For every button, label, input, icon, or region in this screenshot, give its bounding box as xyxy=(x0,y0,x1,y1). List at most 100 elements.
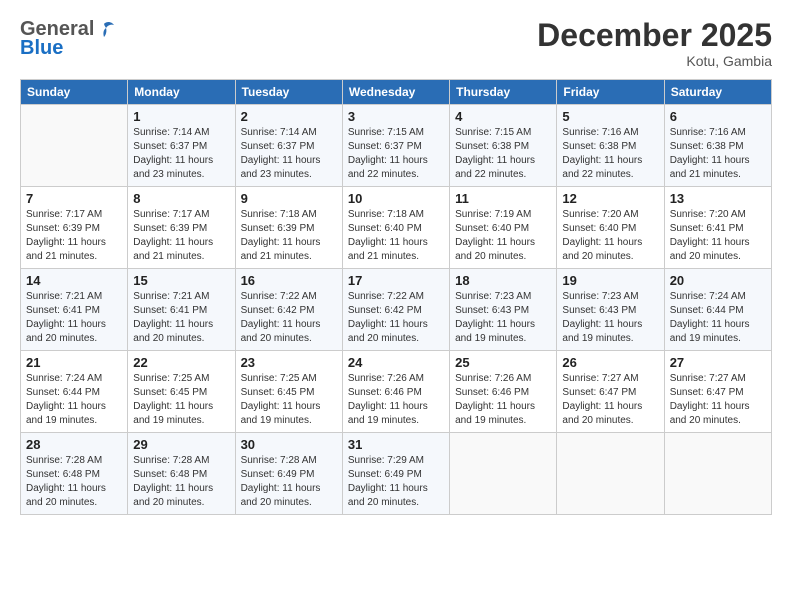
calendar-cell: 21 Sunrise: 7:24 AMSunset: 6:44 PMDaylig… xyxy=(21,351,128,433)
day-number: 25 xyxy=(455,355,551,370)
day-number: 20 xyxy=(670,273,766,288)
day-number: 16 xyxy=(241,273,337,288)
day-detail: Sunrise: 7:18 AMSunset: 6:40 PMDaylight:… xyxy=(348,209,428,262)
calendar-cell: 12 Sunrise: 7:20 AMSunset: 6:40 PMDaylig… xyxy=(557,187,664,269)
day-number: 28 xyxy=(26,437,122,452)
day-number: 1 xyxy=(133,109,229,124)
calendar-cell: 30 Sunrise: 7:28 AMSunset: 6:49 PMDaylig… xyxy=(235,433,342,515)
calendar-week-row: 7 Sunrise: 7:17 AMSunset: 6:39 PMDayligh… xyxy=(21,187,772,269)
day-detail: Sunrise: 7:23 AMSunset: 6:43 PMDaylight:… xyxy=(455,291,535,344)
day-number: 4 xyxy=(455,109,551,124)
day-detail: Sunrise: 7:20 AMSunset: 6:40 PMDaylight:… xyxy=(562,209,642,262)
day-detail: Sunrise: 7:21 AMSunset: 6:41 PMDaylight:… xyxy=(26,291,106,344)
day-number: 14 xyxy=(26,273,122,288)
col-monday: Monday xyxy=(128,80,235,105)
day-detail: Sunrise: 7:27 AMSunset: 6:47 PMDaylight:… xyxy=(562,373,642,426)
calendar-cell: 6 Sunrise: 7:16 AMSunset: 6:38 PMDayligh… xyxy=(664,105,771,187)
day-detail: Sunrise: 7:28 AMSunset: 6:48 PMDaylight:… xyxy=(133,455,213,508)
calendar-cell xyxy=(557,433,664,515)
title-block: December 2025 Kotu, Gambia xyxy=(537,18,772,69)
day-detail: Sunrise: 7:27 AMSunset: 6:47 PMDaylight:… xyxy=(670,373,750,426)
day-detail: Sunrise: 7:17 AMSunset: 6:39 PMDaylight:… xyxy=(133,209,213,262)
calendar-cell: 17 Sunrise: 7:22 AMSunset: 6:42 PMDaylig… xyxy=(342,269,449,351)
location-subtitle: Kotu, Gambia xyxy=(537,53,772,69)
calendar-cell: 22 Sunrise: 7:25 AMSunset: 6:45 PMDaylig… xyxy=(128,351,235,433)
day-number: 15 xyxy=(133,273,229,288)
day-detail: Sunrise: 7:24 AMSunset: 6:44 PMDaylight:… xyxy=(26,373,106,426)
calendar-cell: 13 Sunrise: 7:20 AMSunset: 6:41 PMDaylig… xyxy=(664,187,771,269)
col-saturday: Saturday xyxy=(664,80,771,105)
calendar-week-row: 14 Sunrise: 7:21 AMSunset: 6:41 PMDaylig… xyxy=(21,269,772,351)
day-detail: Sunrise: 7:15 AMSunset: 6:37 PMDaylight:… xyxy=(348,127,428,180)
day-detail: Sunrise: 7:29 AMSunset: 6:49 PMDaylight:… xyxy=(348,455,428,508)
calendar-cell: 31 Sunrise: 7:29 AMSunset: 6:49 PMDaylig… xyxy=(342,433,449,515)
col-wednesday: Wednesday xyxy=(342,80,449,105)
day-number: 29 xyxy=(133,437,229,452)
calendar-cell: 4 Sunrise: 7:15 AMSunset: 6:38 PMDayligh… xyxy=(450,105,557,187)
day-number: 11 xyxy=(455,191,551,206)
logo-blue: Blue xyxy=(20,37,63,60)
calendar-header-row: Sunday Monday Tuesday Wednesday Thursday… xyxy=(21,80,772,105)
day-detail: Sunrise: 7:23 AMSunset: 6:43 PMDaylight:… xyxy=(562,291,642,344)
calendar-cell: 5 Sunrise: 7:16 AMSunset: 6:38 PMDayligh… xyxy=(557,105,664,187)
day-number: 6 xyxy=(670,109,766,124)
calendar-week-row: 1 Sunrise: 7:14 AMSunset: 6:37 PMDayligh… xyxy=(21,105,772,187)
calendar-cell: 26 Sunrise: 7:27 AMSunset: 6:47 PMDaylig… xyxy=(557,351,664,433)
day-number: 17 xyxy=(348,273,444,288)
day-detail: Sunrise: 7:19 AMSunset: 6:40 PMDaylight:… xyxy=(455,209,535,262)
day-number: 10 xyxy=(348,191,444,206)
day-detail: Sunrise: 7:16 AMSunset: 6:38 PMDaylight:… xyxy=(562,127,642,180)
day-number: 13 xyxy=(670,191,766,206)
day-number: 22 xyxy=(133,355,229,370)
day-detail: Sunrise: 7:16 AMSunset: 6:38 PMDaylight:… xyxy=(670,127,750,180)
day-number: 3 xyxy=(348,109,444,124)
calendar-cell: 10 Sunrise: 7:18 AMSunset: 6:40 PMDaylig… xyxy=(342,187,449,269)
day-number: 26 xyxy=(562,355,658,370)
day-detail: Sunrise: 7:28 AMSunset: 6:48 PMDaylight:… xyxy=(26,455,106,508)
day-number: 9 xyxy=(241,191,337,206)
day-number: 7 xyxy=(26,191,122,206)
day-number: 12 xyxy=(562,191,658,206)
calendar-cell: 20 Sunrise: 7:24 AMSunset: 6:44 PMDaylig… xyxy=(664,269,771,351)
day-number: 31 xyxy=(348,437,444,452)
col-thursday: Thursday xyxy=(450,80,557,105)
day-number: 30 xyxy=(241,437,337,452)
calendar-cell xyxy=(664,433,771,515)
calendar-table: Sunday Monday Tuesday Wednesday Thursday… xyxy=(20,79,772,515)
calendar-cell: 19 Sunrise: 7:23 AMSunset: 6:43 PMDaylig… xyxy=(557,269,664,351)
calendar-cell: 9 Sunrise: 7:18 AMSunset: 6:39 PMDayligh… xyxy=(235,187,342,269)
header: General Blue December 2025 Kotu, Gambia xyxy=(20,18,772,69)
calendar-cell: 2 Sunrise: 7:14 AMSunset: 6:37 PMDayligh… xyxy=(235,105,342,187)
calendar-cell: 1 Sunrise: 7:14 AMSunset: 6:37 PMDayligh… xyxy=(128,105,235,187)
calendar-cell: 14 Sunrise: 7:21 AMSunset: 6:41 PMDaylig… xyxy=(21,269,128,351)
calendar-cell: 11 Sunrise: 7:19 AMSunset: 6:40 PMDaylig… xyxy=(450,187,557,269)
day-detail: Sunrise: 7:22 AMSunset: 6:42 PMDaylight:… xyxy=(348,291,428,344)
col-tuesday: Tuesday xyxy=(235,80,342,105)
day-detail: Sunrise: 7:28 AMSunset: 6:49 PMDaylight:… xyxy=(241,455,321,508)
calendar-week-row: 21 Sunrise: 7:24 AMSunset: 6:44 PMDaylig… xyxy=(21,351,772,433)
calendar-cell: 18 Sunrise: 7:23 AMSunset: 6:43 PMDaylig… xyxy=(450,269,557,351)
calendar-cell: 8 Sunrise: 7:17 AMSunset: 6:39 PMDayligh… xyxy=(128,187,235,269)
day-number: 27 xyxy=(670,355,766,370)
day-number: 21 xyxy=(26,355,122,370)
calendar-cell: 16 Sunrise: 7:22 AMSunset: 6:42 PMDaylig… xyxy=(235,269,342,351)
calendar-cell: 29 Sunrise: 7:28 AMSunset: 6:48 PMDaylig… xyxy=(128,433,235,515)
day-detail: Sunrise: 7:24 AMSunset: 6:44 PMDaylight:… xyxy=(670,291,750,344)
day-number: 5 xyxy=(562,109,658,124)
day-detail: Sunrise: 7:18 AMSunset: 6:39 PMDaylight:… xyxy=(241,209,321,262)
day-number: 19 xyxy=(562,273,658,288)
calendar-cell: 15 Sunrise: 7:21 AMSunset: 6:41 PMDaylig… xyxy=(128,269,235,351)
day-number: 2 xyxy=(241,109,337,124)
logo-bird-icon xyxy=(94,19,116,41)
day-number: 23 xyxy=(241,355,337,370)
logo: General Blue xyxy=(20,18,116,60)
day-detail: Sunrise: 7:15 AMSunset: 6:38 PMDaylight:… xyxy=(455,127,535,180)
calendar-cell: 3 Sunrise: 7:15 AMSunset: 6:37 PMDayligh… xyxy=(342,105,449,187)
calendar-cell: 23 Sunrise: 7:25 AMSunset: 6:45 PMDaylig… xyxy=(235,351,342,433)
day-number: 24 xyxy=(348,355,444,370)
day-detail: Sunrise: 7:22 AMSunset: 6:42 PMDaylight:… xyxy=(241,291,321,344)
day-detail: Sunrise: 7:21 AMSunset: 6:41 PMDaylight:… xyxy=(133,291,213,344)
day-detail: Sunrise: 7:25 AMSunset: 6:45 PMDaylight:… xyxy=(133,373,213,426)
day-number: 18 xyxy=(455,273,551,288)
day-detail: Sunrise: 7:26 AMSunset: 6:46 PMDaylight:… xyxy=(455,373,535,426)
